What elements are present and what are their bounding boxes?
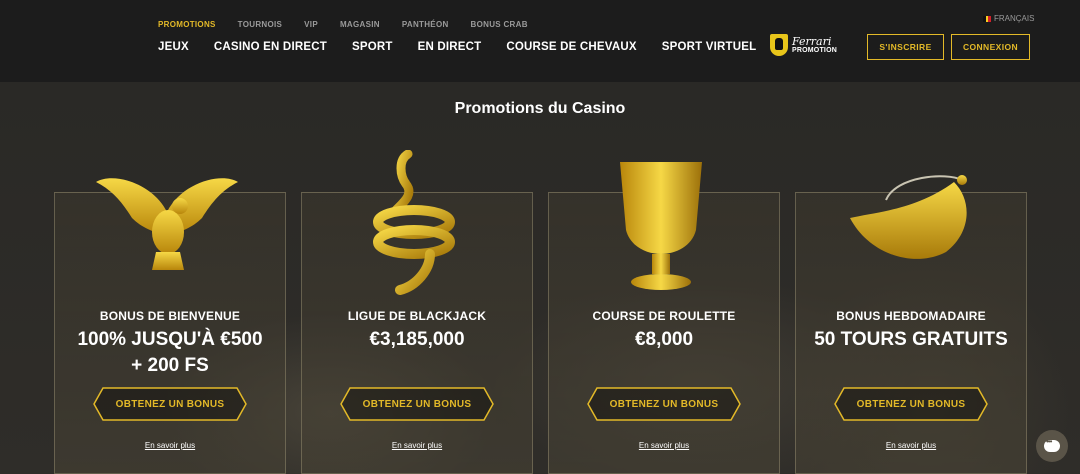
get-bonus-button[interactable]: OBTENEZ UN BONUS (93, 387, 247, 421)
golden-eagle-icon (96, 178, 238, 270)
get-bonus-label: OBTENEZ UN BONUS (609, 398, 719, 410)
golden-crescent-earring-icon (850, 175, 967, 259)
ferrari-shield-icon (770, 34, 788, 56)
top-nav-promotions[interactable]: PROMOTIONS (158, 20, 216, 29)
golden-goblet-icon (620, 162, 702, 290)
top-nav-pantheon[interactable]: PANTHÉON (402, 20, 449, 29)
get-bonus-label: OBTENEZ UN BONUS (115, 398, 225, 410)
language-selector[interactable]: FRANÇAIS (983, 14, 1034, 23)
get-bonus-button[interactable]: OBTENEZ UN BONUS (834, 387, 988, 421)
login-button[interactable]: CONNEXION (951, 34, 1030, 60)
learn-more-link[interactable]: En savoir plus (549, 441, 779, 450)
main-nav-en-direct[interactable]: EN DIRECT (418, 41, 482, 53)
main-nav-jeux[interactable]: JEUX (158, 41, 189, 53)
top-nav-bonus-crab[interactable]: BONUS CRAB (471, 20, 528, 29)
chat-button[interactable] (1036, 430, 1068, 462)
get-bonus-label: OBTENEZ UN BONUS (856, 398, 966, 410)
get-bonus-label: OBTENEZ UN BONUS (362, 398, 472, 410)
get-bonus-button[interactable]: OBTENEZ UN BONUS (587, 387, 741, 421)
ferrari-promotion-logo[interactable]: Ferrari PROMOTION (770, 34, 837, 56)
logo-sub: PROMOTION (792, 47, 837, 54)
get-bonus-button[interactable]: OBTENEZ UN BONUS (340, 387, 494, 421)
card-title: COURSE DE ROULETTE (592, 309, 736, 323)
learn-more-link[interactable]: En savoir plus (302, 441, 532, 450)
top-nav: PROMOTIONS TOURNOIS VIP MAGASIN PANTHÉON… (158, 20, 550, 29)
language-label: FRANÇAIS (994, 14, 1035, 23)
learn-more-link[interactable]: En savoir plus (796, 441, 1026, 450)
signup-button[interactable]: S'INSCRIRE (867, 34, 944, 60)
chat-bubble-icon (1044, 437, 1060, 452)
top-nav-vip[interactable]: VIP (304, 20, 318, 29)
card-title: BONUS DE BIENVENUE (99, 309, 241, 323)
main-nav-course-de-chevaux[interactable]: COURSE DE CHEVAUX (506, 41, 636, 53)
main-nav-sport-virtuel[interactable]: SPORT VIRTUEL (662, 41, 757, 53)
top-nav-magasin[interactable]: MAGASIN (340, 20, 380, 29)
site-header: PROMOTIONS TOURNOIS VIP MAGASIN PANTHÉON… (0, 0, 1080, 82)
main-nav: JEUX CASINO EN DIRECT SPORT EN DIRECT CO… (158, 41, 781, 53)
top-nav-tournois[interactable]: TOURNOIS (238, 20, 282, 29)
golden-snake-ring-icon (373, 150, 455, 295)
logo-brand: Ferrari (792, 35, 832, 48)
page-title: Promotions du Casino (454, 100, 626, 117)
card-amount: €3,185,000 (369, 329, 465, 350)
main-nav-sport[interactable]: SPORT (352, 41, 393, 53)
card-title: LIGUE DE BLACKJACK (347, 309, 487, 323)
card-title: BONUS HEBDOMADAIRE (836, 309, 986, 323)
card-amount: €8,000 (634, 329, 694, 350)
card-amount: 50 TOURS GRATUITS (814, 329, 1008, 350)
main-nav-casino-en-direct[interactable]: CASINO EN DIRECT (214, 41, 327, 53)
card-amount: 100% JUSQU'À €500 + 200 FS (77, 329, 263, 376)
belgium-flag-icon (983, 15, 992, 22)
learn-more-link[interactable]: En savoir plus (55, 441, 285, 450)
